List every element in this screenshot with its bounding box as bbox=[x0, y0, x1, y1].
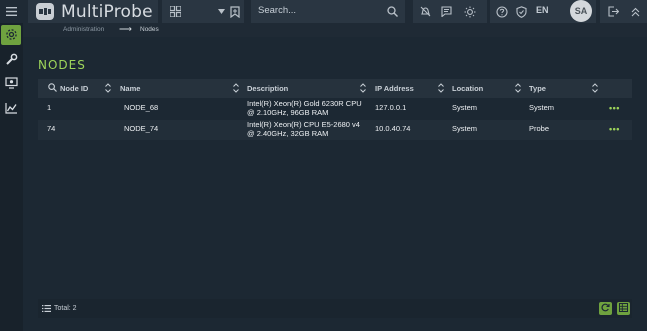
cell-ip-address: 127.0.0.1 bbox=[375, 103, 407, 112]
export-icon bbox=[619, 303, 628, 314]
sort-icon[interactable] bbox=[233, 82, 239, 96]
cell-location: System bbox=[452, 124, 478, 133]
cell-location: System bbox=[452, 103, 478, 112]
column-header-type[interactable]: Type bbox=[529, 79, 546, 98]
list-icon bbox=[42, 305, 51, 314]
export-button[interactable] bbox=[617, 302, 630, 315]
cell-ip-address: 10.0.40.74 bbox=[375, 124, 411, 133]
breadcrumb: Administration ⟶ Nodes bbox=[23, 23, 647, 37]
page-title: NODES bbox=[38, 58, 86, 72]
sort-icon[interactable] bbox=[592, 82, 598, 96]
refresh-icon bbox=[601, 303, 610, 314]
sidebar-item-tools[interactable] bbox=[1, 50, 21, 70]
logo-icon bbox=[36, 3, 54, 20]
table-row[interactable]: 1 NODE_68 Intel(R) Xeon(R) Gold 6230R CP… bbox=[38, 99, 632, 119]
sidebar bbox=[0, 23, 23, 331]
sidebar-item-settings[interactable] bbox=[1, 25, 21, 45]
search-icon[interactable] bbox=[385, 4, 399, 18]
chat-icon[interactable] bbox=[439, 4, 454, 19]
top-bar: MultiProbe Search... EN SA bbox=[0, 0, 647, 23]
cell-type: Probe bbox=[529, 124, 550, 133]
collapse-icon[interactable] bbox=[628, 4, 643, 19]
table-header: Node ID Name Description IP Address Loca… bbox=[38, 79, 632, 98]
gear-icon bbox=[5, 28, 18, 43]
column-label: Node ID bbox=[60, 84, 89, 93]
sidebar-item-reports[interactable] bbox=[1, 99, 21, 119]
total-count: Total: 2 bbox=[54, 305, 77, 312]
breadcrumb-parent[interactable]: Administration bbox=[63, 26, 104, 33]
cell-description-line2: @ 2.40GHz, 32GB RAM bbox=[247, 129, 329, 138]
menu-icon[interactable] bbox=[4, 4, 19, 19]
monitor-icon bbox=[4, 77, 18, 91]
breadcrumb-separator: ⟶ bbox=[119, 24, 132, 34]
bookmark-icon[interactable] bbox=[228, 4, 242, 19]
sort-icon[interactable] bbox=[360, 82, 366, 96]
cell-node-id: 74 bbox=[47, 124, 56, 133]
row-actions-button[interactable]: ••• bbox=[609, 103, 620, 113]
search-input[interactable]: Search... bbox=[251, 0, 405, 23]
cell-node-id: 1 bbox=[47, 103, 52, 112]
help-icon[interactable] bbox=[494, 4, 509, 19]
app-title: MultiProbe bbox=[61, 2, 153, 22]
avatar[interactable]: SA bbox=[570, 0, 592, 22]
sort-icon[interactable] bbox=[515, 82, 521, 96]
chevron-down-icon[interactable] bbox=[216, 6, 226, 16]
breadcrumb-current: Nodes bbox=[140, 26, 159, 33]
table-row[interactable]: 74 NODE_74 Intel(R) Xeon(R) CPU E5-2680 … bbox=[38, 120, 632, 140]
dashboard-icon[interactable] bbox=[168, 4, 183, 19]
sun-icon[interactable] bbox=[462, 4, 477, 19]
bell-off-icon[interactable] bbox=[418, 4, 433, 19]
search-placeholder: Search... bbox=[258, 5, 297, 16]
shield-icon[interactable] bbox=[514, 4, 529, 19]
search-icon[interactable] bbox=[48, 83, 57, 94]
sort-icon[interactable] bbox=[105, 82, 111, 96]
cell-name: NODE_68 bbox=[124, 103, 159, 112]
refresh-button[interactable] bbox=[599, 302, 612, 315]
column-header-ip-address[interactable]: IP Address bbox=[375, 79, 414, 98]
language-selector[interactable]: EN bbox=[536, 5, 549, 15]
sort-icon[interactable] bbox=[438, 82, 444, 96]
cell-type: System bbox=[529, 103, 555, 112]
column-header-description[interactable]: Description bbox=[247, 79, 288, 98]
column-header-name[interactable]: Name bbox=[120, 79, 140, 98]
row-actions-button[interactable]: ••• bbox=[609, 124, 620, 134]
logout-icon[interactable] bbox=[606, 4, 621, 19]
chart-icon bbox=[4, 102, 18, 116]
cell-description-line2: @ 2.10GHz, 96GB RAM bbox=[247, 108, 329, 117]
sidebar-item-monitor[interactable] bbox=[1, 74, 21, 94]
column-header-location[interactable]: Location bbox=[452, 79, 483, 98]
wrench-icon bbox=[5, 53, 18, 68]
cell-name: NODE_74 bbox=[124, 124, 159, 133]
table-footer: Total: 2 bbox=[38, 299, 632, 318]
